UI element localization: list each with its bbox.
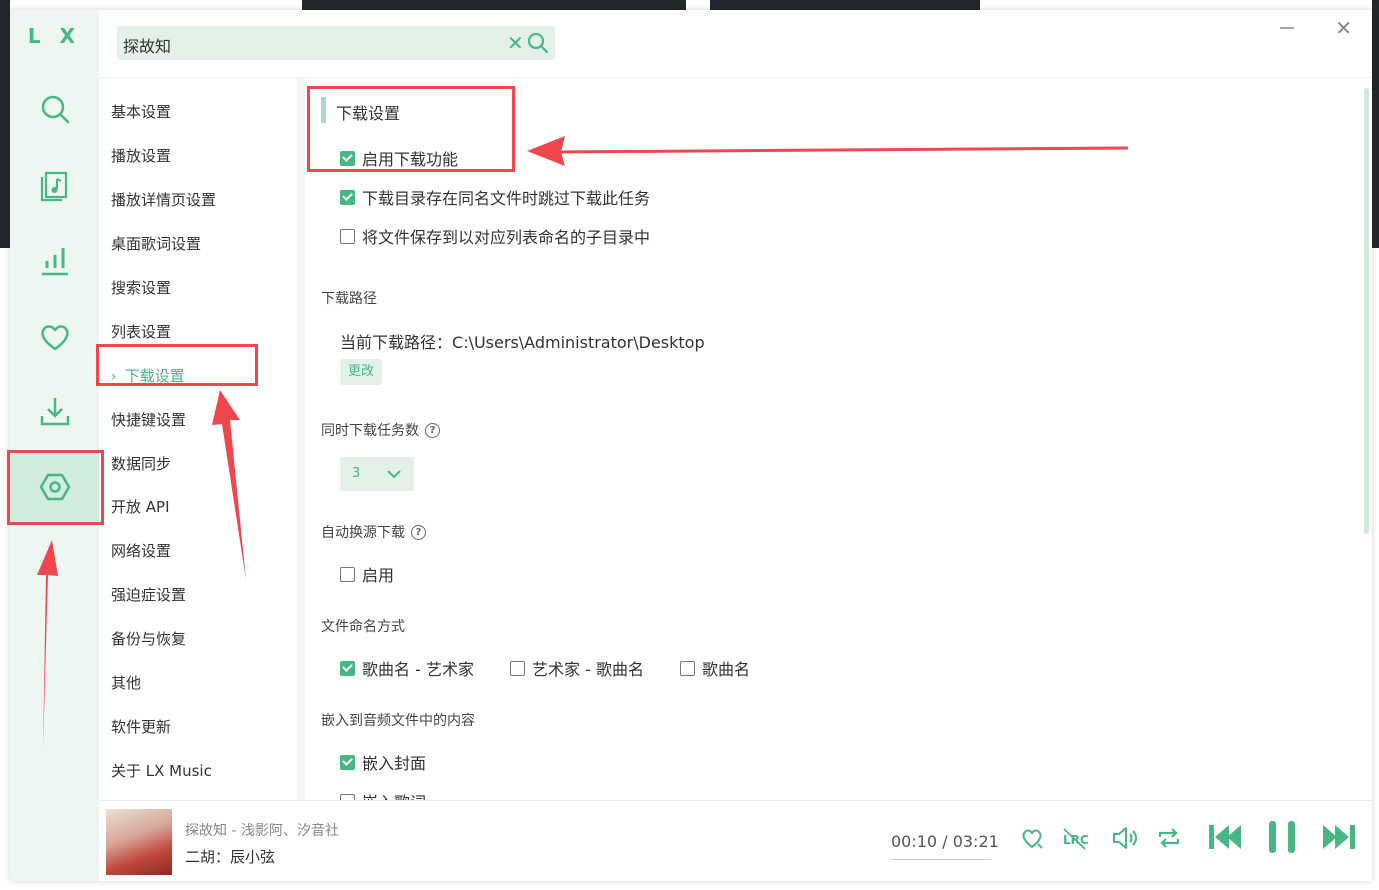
annotation-arrow-head: [527, 136, 565, 166]
annotation-arrows: [37, 136, 1129, 750]
annotation-arrow-up-menu: [212, 390, 246, 580]
annotation-arrow-up-settings: [37, 540, 58, 750]
annotation-arrow-line: [554, 146, 1129, 154]
